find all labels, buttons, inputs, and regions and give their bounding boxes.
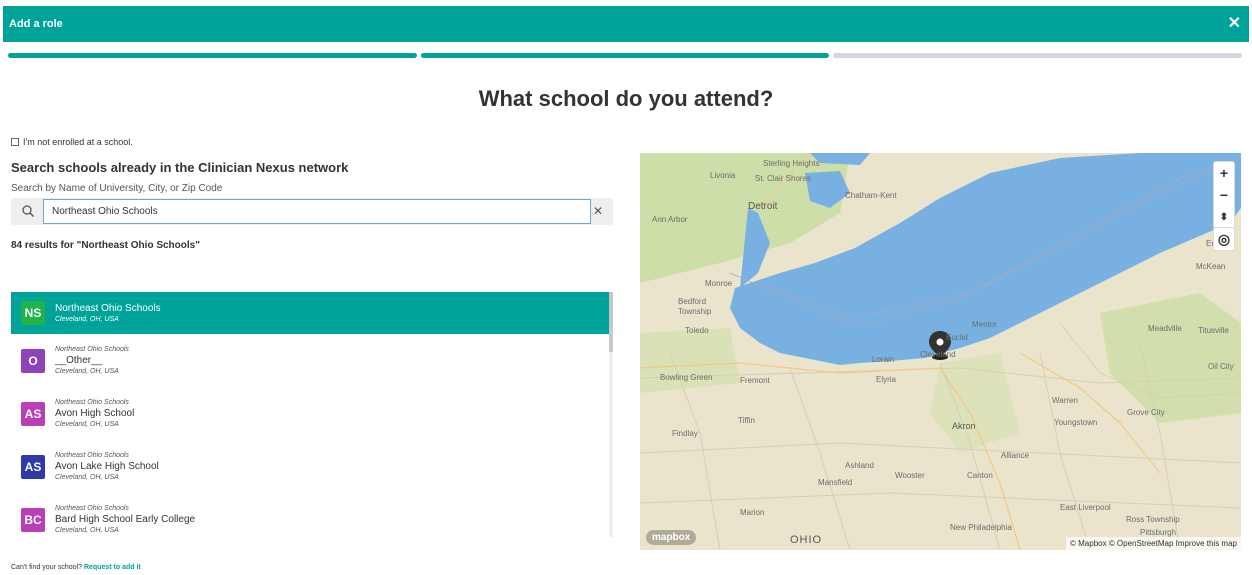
- list-item[interactable]: BC Northeast Ohio Schools Bard High Scho…: [11, 493, 609, 537]
- clear-search-icon[interactable]: ✕: [593, 204, 603, 218]
- map-label: New Philadelphia: [950, 523, 1012, 532]
- map-label: Township: [678, 307, 712, 316]
- progress-bar: [8, 53, 1243, 59]
- not-enrolled-checkbox[interactable]: [11, 138, 19, 146]
- item-org: Northeast Ohio Schools: [55, 505, 129, 512]
- mapbox-logo[interactable]: mapbox: [646, 530, 697, 545]
- map-label: Fremont: [740, 376, 771, 385]
- list-item[interactable]: AS Northeast Ohio Schools Avon Lake High…: [11, 440, 609, 493]
- request-to-add-link[interactable]: Request to add it: [84, 564, 141, 571]
- map-label: Detroit: [748, 201, 778, 212]
- not-enrolled-option[interactable]: I'm not enrolled at a school.: [11, 137, 133, 147]
- map-label: Ross Township: [1126, 515, 1180, 524]
- item-location: Cleveland, OH, USA: [55, 421, 119, 428]
- list-item[interactable]: NS Northeast Ohio Schools Cleveland, OH,…: [11, 292, 609, 334]
- list-item[interactable]: O Northeast Ohio Schools __Other__ Cleve…: [11, 334, 609, 387]
- map-label: Sterling Heights: [763, 159, 819, 168]
- map-label: OHIO: [790, 534, 822, 546]
- list-item[interactable]: AS Northeast Ohio Schools Avon High Scho…: [11, 387, 609, 440]
- search-icon: [22, 205, 34, 217]
- map-label: Tiffin: [738, 416, 755, 425]
- map-label: Canton: [967, 471, 993, 480]
- map-label: McKean: [1196, 262, 1225, 271]
- item-name: Avon Lake High School: [55, 461, 159, 472]
- map-label: Livonia: [710, 171, 736, 180]
- progress-step-2: [420, 53, 830, 58]
- map-label: Akron: [952, 421, 976, 431]
- avatar: NS: [21, 301, 45, 325]
- search-input[interactable]: [43, 199, 591, 224]
- geolocate-control: ◎: [1213, 227, 1235, 251]
- results-scroll-thumb[interactable]: [609, 292, 613, 352]
- search-title: Search schools already in the Clinician …: [11, 160, 349, 175]
- item-org: Northeast Ohio Schools: [55, 346, 129, 353]
- avatar: AS: [21, 454, 45, 479]
- map-label: Wooster: [895, 471, 925, 480]
- item-name: Northeast Ohio Schools: [55, 303, 161, 314]
- map-label: Elyria: [876, 375, 897, 384]
- map-attribution[interactable]: © Mapbox © OpenStreetMap Improve this ma…: [1066, 537, 1241, 550]
- modal-header: Add a role ✕: [3, 6, 1249, 42]
- avatar: BC: [21, 507, 45, 532]
- map-label: Bowling Green: [660, 373, 712, 382]
- item-org: Northeast Ohio Schools: [55, 452, 129, 459]
- map-label: Euclid: [946, 333, 968, 342]
- search-subtitle: Search by Name of University, City, or Z…: [11, 183, 223, 194]
- map-label: Oil City: [1208, 362, 1234, 371]
- map-label: Monroe: [705, 279, 733, 288]
- map-label: St. Clair Shores: [755, 174, 811, 183]
- map-label: Toledo: [685, 326, 709, 335]
- map-label: Grove City: [1127, 408, 1165, 417]
- item-location: Cleveland, OH, USA: [55, 474, 119, 481]
- map-label: Pittsburgh: [1140, 528, 1176, 537]
- map-label: Marion: [740, 508, 764, 517]
- not-enrolled-label: I'm not enrolled at a school.: [23, 137, 133, 147]
- result-count: 84 results for "Northeast Ohio Schools": [11, 240, 200, 251]
- map-label: Lorain: [872, 355, 894, 364]
- map-label: Meadville: [1148, 324, 1182, 333]
- map-label: Chatham-Kent: [845, 191, 897, 200]
- map-label: Youngstown: [1054, 418, 1097, 427]
- map[interactable]: Sterling Heights St. Clair Shores Livoni…: [640, 153, 1241, 550]
- zoom-controls: + − ⬍: [1213, 161, 1235, 229]
- item-name: Avon High School: [55, 408, 135, 419]
- map-label: Mentor: [972, 320, 997, 329]
- results-list: NS Northeast Ohio Schools Cleveland, OH,…: [11, 292, 613, 537]
- compass-icon[interactable]: ⬍: [1214, 206, 1234, 228]
- map-label: Findlay: [672, 429, 698, 438]
- map-label: Bedford: [678, 297, 706, 306]
- cant-find-footer: Can't find your school? Request to add i…: [11, 564, 141, 571]
- map-label: Ashland: [845, 461, 874, 470]
- close-icon[interactable]: ✕: [1228, 16, 1241, 32]
- geolocate-icon[interactable]: ◎: [1214, 228, 1234, 250]
- map-label: East Liverpool: [1060, 503, 1111, 512]
- search-bar: ✕: [11, 198, 613, 225]
- map-label: Warren: [1052, 396, 1078, 405]
- map-label: Mansfield: [818, 478, 852, 487]
- cant-find-text: Can't find your school?: [11, 564, 82, 571]
- map-canvas[interactable]: Sterling Heights St. Clair Shores Livoni…: [640, 153, 1241, 550]
- item-location: Cleveland, OH, USA: [55, 316, 119, 323]
- item-location: Cleveland, OH, USA: [55, 527, 119, 534]
- avatar: O: [21, 348, 45, 373]
- item-location: Cleveland, OH, USA: [55, 368, 119, 375]
- progress-step-3: [833, 53, 1243, 58]
- progress-step-1: [8, 53, 417, 58]
- map-label: Cleveland: [920, 350, 956, 359]
- map-label: Alliance: [1001, 451, 1030, 460]
- zoom-in-button[interactable]: +: [1214, 162, 1234, 184]
- item-name: Bard High School Early College: [55, 514, 196, 525]
- map-label: Ann Arbor: [652, 215, 688, 224]
- item-org: Northeast Ohio Schools: [55, 399, 129, 406]
- avatar: AS: [21, 401, 45, 426]
- map-label: Titusville: [1198, 326, 1229, 335]
- zoom-out-button[interactable]: −: [1214, 184, 1234, 206]
- modal-title: Add a role: [9, 18, 63, 30]
- item-name: __Other__: [55, 355, 103, 366]
- page-title: What school do you attend?: [478, 86, 774, 111]
